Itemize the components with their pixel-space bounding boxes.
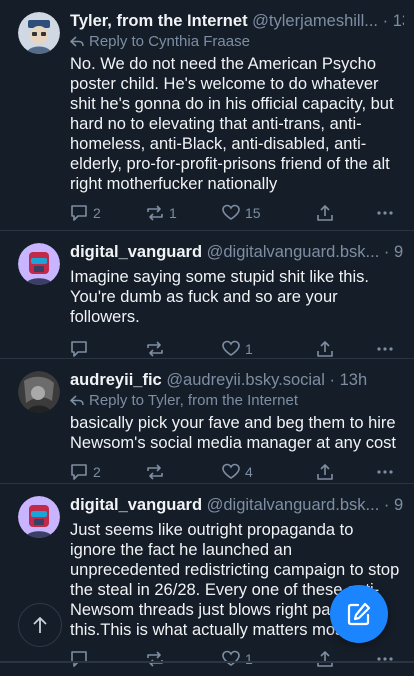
post-text: No. We do not need the American Psycho p… bbox=[70, 55, 394, 193]
heart-icon bbox=[222, 340, 240, 356]
repost-icon bbox=[147, 205, 163, 221]
more-button[interactable] bbox=[376, 204, 394, 222]
heart-icon bbox=[222, 463, 240, 479]
like-count: 1 bbox=[245, 341, 253, 357]
heart-icon bbox=[222, 204, 240, 220]
reply-arrow-icon bbox=[70, 395, 84, 406]
post-header: audreyii_fic @audreyii.bsky.social · 13h bbox=[70, 369, 404, 391]
repost-button[interactable] bbox=[146, 463, 222, 481]
avatar-robot-icon bbox=[18, 243, 60, 285]
like-button[interactable]: 4 bbox=[222, 463, 316, 481]
post-actions: 1 bbox=[70, 642, 404, 676]
share-icon bbox=[317, 205, 333, 221]
like-button[interactable]: 1 bbox=[222, 340, 316, 358]
reply-to[interactable]: Reply to Cynthia Fraase bbox=[70, 32, 404, 52]
compose-icon bbox=[347, 602, 371, 626]
like-button[interactable]: 15 bbox=[222, 204, 316, 222]
reply-arrow-icon bbox=[70, 36, 84, 47]
like-count: 1 bbox=[245, 651, 253, 667]
author-handle[interactable]: @digitalvanguard.bsk... bbox=[207, 243, 380, 261]
reply-count: 2 bbox=[93, 205, 101, 221]
post-tyler[interactable]: Tyler, from the Internet @tylerjameshill… bbox=[0, 0, 414, 230]
repost-button[interactable] bbox=[146, 650, 222, 668]
separator-dot: · bbox=[329, 371, 336, 389]
post-time[interactable]: 13h bbox=[340, 371, 368, 389]
author-name[interactable]: Tyler, from the Internet bbox=[70, 12, 248, 30]
repost-count: 1 bbox=[169, 205, 177, 221]
reply-button[interactable]: 2 bbox=[70, 204, 146, 222]
reply-icon bbox=[71, 651, 87, 667]
avatar[interactable] bbox=[18, 12, 60, 54]
share-button[interactable] bbox=[316, 463, 376, 481]
post-header: digital_vanguard @digitalvanguard.bsk...… bbox=[70, 241, 404, 263]
share-button[interactable] bbox=[316, 340, 376, 358]
reply-button[interactable] bbox=[70, 650, 146, 668]
more-button[interactable] bbox=[376, 650, 394, 668]
share-button[interactable] bbox=[316, 204, 376, 222]
reply-count: 2 bbox=[93, 464, 101, 480]
avatar-robot-icon bbox=[18, 496, 60, 538]
share-icon bbox=[317, 651, 333, 667]
reply-to[interactable]: Reply to Tyler, from the Internet bbox=[70, 391, 404, 411]
reply-icon bbox=[71, 205, 87, 221]
post-time[interactable]: 13h bbox=[393, 12, 404, 30]
post-text: Imagine saying some stupid shit like thi… bbox=[70, 268, 369, 326]
post-header: digital_vanguard @digitalvanguard.bsk...… bbox=[70, 494, 404, 516]
more-button[interactable] bbox=[376, 463, 394, 481]
avatar-tyler-icon bbox=[18, 12, 60, 54]
post-header: Tyler, from the Internet @tylerjameshill… bbox=[70, 10, 404, 32]
repost-icon bbox=[147, 464, 163, 480]
heart-icon bbox=[222, 650, 240, 666]
like-button[interactable]: 1 bbox=[222, 650, 316, 668]
separator-dot: · bbox=[382, 12, 389, 30]
like-count: 15 bbox=[245, 205, 261, 221]
reply-to-label: Reply to Tyler, from the Internet bbox=[89, 392, 298, 409]
author-handle[interactable]: @audreyii.bsky.social bbox=[166, 371, 325, 389]
avatar[interactable] bbox=[18, 496, 60, 538]
author-name[interactable]: audreyii_fic bbox=[70, 371, 162, 389]
separator-dot: · bbox=[383, 496, 390, 514]
reply-button[interactable]: 2 bbox=[70, 463, 146, 481]
post-text: basically pick your fave and beg them to… bbox=[70, 414, 396, 452]
repost-button[interactable]: 1 bbox=[146, 204, 222, 222]
repost-icon bbox=[147, 651, 163, 667]
more-icon bbox=[377, 211, 393, 215]
reply-icon bbox=[71, 341, 87, 357]
post-time[interactable]: 9h bbox=[394, 496, 404, 514]
reply-icon bbox=[71, 464, 87, 480]
separator-dot: · bbox=[383, 243, 390, 261]
avatar[interactable] bbox=[18, 243, 60, 285]
reply-button[interactable] bbox=[70, 340, 146, 358]
like-count: 4 bbox=[245, 464, 253, 480]
share-icon bbox=[317, 341, 333, 357]
more-icon bbox=[377, 470, 393, 474]
repost-button[interactable] bbox=[146, 340, 222, 358]
post-actions: 2 1 15 bbox=[70, 196, 404, 230]
author-handle[interactable]: @tylerjameshill... bbox=[252, 12, 378, 30]
more-button[interactable] bbox=[376, 340, 394, 358]
author-name[interactable]: digital_vanguard bbox=[70, 496, 202, 514]
arrow-up-icon bbox=[33, 617, 47, 633]
post-time[interactable]: 9h bbox=[394, 243, 404, 261]
post-digital-vanguard[interactable]: digital_vanguard @digitalvanguard.bsk...… bbox=[0, 230, 414, 358]
avatar[interactable] bbox=[18, 371, 60, 413]
reply-to-label: Reply to Cynthia Fraase bbox=[89, 33, 250, 50]
more-icon bbox=[377, 657, 393, 661]
avatar-audreyii-icon bbox=[18, 371, 60, 413]
repost-icon bbox=[147, 341, 163, 357]
compose-button[interactable] bbox=[330, 585, 388, 643]
author-handle[interactable]: @digitalvanguard.bsk... bbox=[207, 496, 380, 514]
author-name[interactable]: digital_vanguard bbox=[70, 243, 202, 261]
share-icon bbox=[317, 464, 333, 480]
post-audreyii[interactable]: audreyii_fic @audreyii.bsky.social · 13h… bbox=[0, 358, 414, 483]
share-button[interactable] bbox=[316, 650, 376, 668]
more-icon bbox=[377, 347, 393, 351]
scroll-to-top-button[interactable] bbox=[18, 603, 62, 647]
